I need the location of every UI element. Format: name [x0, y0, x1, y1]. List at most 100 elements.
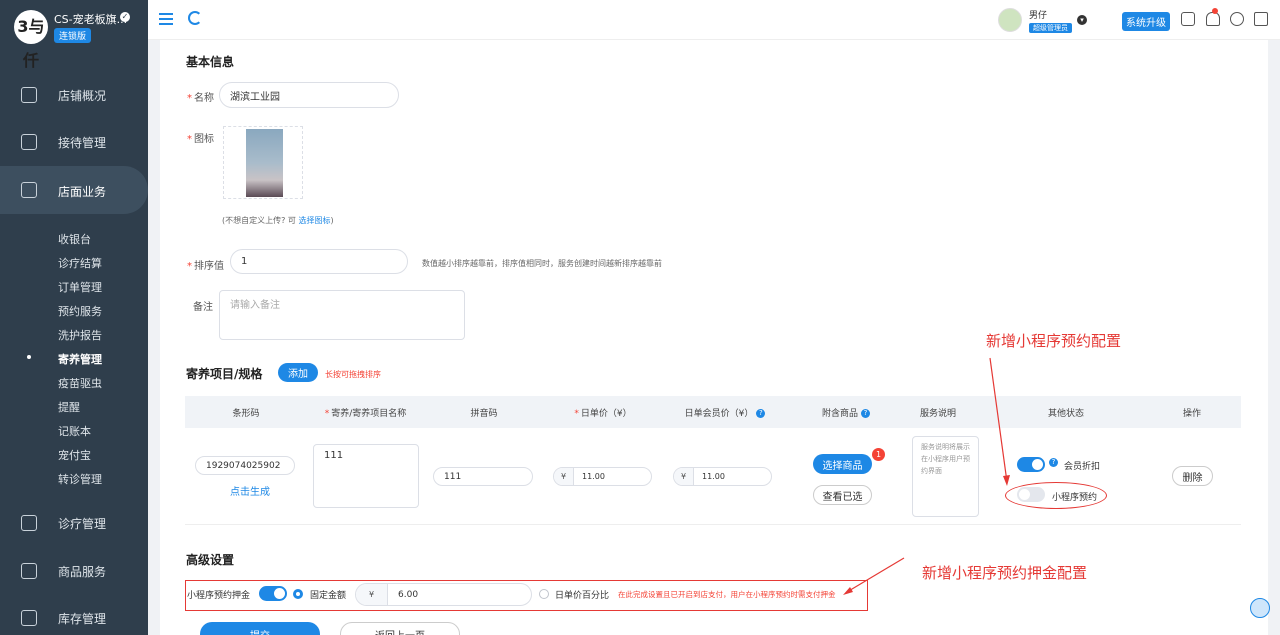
back-button[interactable]: 返回上一页	[340, 622, 460, 635]
row-divider	[185, 524, 1241, 525]
view-selected-button[interactable]: 查看已选	[813, 485, 872, 505]
nav-label: 商品服务	[58, 565, 107, 579]
nav-item-store-business[interactable]: 店面业务	[0, 166, 148, 214]
th-desc: 服务说明	[919, 409, 956, 419]
annotation-mini-booking: 新增小程序预约配置	[986, 332, 1122, 350]
sub-item-vaccine[interactable]: 疫苗驱虫	[58, 375, 102, 391]
fixed-amount-radio[interactable]	[293, 589, 303, 599]
medical-icon	[21, 515, 37, 531]
table-header: 条形码 * 寄养/寄养项目名称 拼音码 * 日单价（¥） 日单会员价（¥）? 附含商…	[185, 396, 1241, 428]
th-price: * 日单价（¥）	[574, 409, 632, 419]
generate-link[interactable]: 点击生成	[230, 483, 270, 498]
sub-item-cashier[interactable]: 收银台	[58, 231, 91, 247]
nav-label: 店铺概况	[58, 89, 107, 103]
sidebar: 3与仟 CS-宠老板旗... ✓ 连锁版 店铺概况 接待管理 店面业务 收银台 …	[0, 0, 148, 635]
delete-button[interactable]: 删除	[1172, 466, 1213, 486]
member-price-input[interactable]: ¥11.00	[673, 467, 772, 486]
icon-hint: (不想自定义上传? 可 选择图标)	[222, 216, 334, 225]
drag-hint: 长按可拖拽排序	[325, 370, 381, 379]
chat-icon[interactable]	[1250, 598, 1270, 618]
nav-item-inventory[interactable]: 库存管理	[0, 596, 148, 635]
sub-item-reminder[interactable]: 提醒	[58, 399, 80, 415]
choose-icon-link[interactable]: 选择图标	[298, 216, 330, 225]
upgrade-button[interactable]: 系统升级	[1122, 12, 1170, 31]
refresh-icon[interactable]	[188, 11, 202, 25]
sub-item-orders[interactable]: 订单管理	[58, 279, 102, 295]
th-barcode: 条形码	[232, 409, 260, 419]
notification-dot	[1212, 8, 1218, 14]
barcode-input[interactable]: 1929074025902	[195, 456, 295, 475]
item-name-textarea[interactable]: 111	[313, 444, 419, 508]
brand-logo: 3与仟	[14, 10, 48, 70]
percent-label: 日单价百分比	[555, 591, 610, 601]
fixed-amount-label: 固定金额	[310, 591, 347, 601]
sub-item-boarding[interactable]: 寄养管理	[58, 351, 102, 367]
sub-item-ledger[interactable]: 记账本	[58, 423, 91, 439]
name-input[interactable]: 湖滨工业园	[219, 82, 399, 108]
help-icon[interactable]: ?	[1049, 458, 1058, 467]
nav-label: 库存管理	[58, 612, 107, 626]
help-icon[interactable]: ?	[861, 409, 870, 418]
sub-item-grooming-report[interactable]: 洗护报告	[58, 327, 102, 343]
nav-label: 诊疗管理	[58, 517, 107, 531]
percent-radio[interactable]	[539, 589, 549, 599]
sub-item-referral[interactable]: 转诊管理	[58, 471, 102, 487]
reception-icon	[21, 134, 37, 150]
price-input[interactable]: ¥11.00	[553, 467, 652, 486]
sort-input[interactable]: 1	[230, 249, 408, 274]
nav-item-store-overview[interactable]: 店铺概况	[0, 73, 148, 117]
th-pinyin: 拼音码	[470, 409, 498, 419]
deposit-amount-input[interactable]: ¥6.00	[355, 583, 532, 606]
annotation-arrow	[989, 357, 1010, 486]
help-icon[interactable]: ?	[756, 409, 766, 418]
sort-hint: 数值越小排序越靠前，排序值相同时，服务创建时间越新排序越靠前	[422, 259, 662, 268]
deposit-toggle[interactable]	[259, 586, 287, 601]
goods-count-badge: 1	[872, 448, 885, 461]
remark-label: 备注	[193, 302, 213, 313]
member-discount-label: 会员折扣	[1064, 462, 1101, 472]
th-name: * 寄养/寄养项目名称	[324, 409, 407, 419]
basic-info-title: 基本信息	[186, 55, 235, 69]
icon-preview-image	[246, 129, 283, 197]
icon-upload[interactable]	[223, 126, 303, 199]
bell-icon[interactable]	[1206, 12, 1220, 26]
annotation-arrow	[843, 557, 905, 595]
nav-item-goods-services[interactable]: 商品服务	[0, 549, 148, 593]
th-goods: 附含商品?	[815, 406, 877, 419]
select-goods-button[interactable]: 选择商品	[813, 454, 872, 474]
sub-item-booking[interactable]: 预约服务	[58, 303, 102, 319]
member-discount-toggle[interactable]	[1017, 457, 1045, 472]
avatar[interactable]	[998, 8, 1022, 32]
advanced-title: 高级设置	[186, 553, 235, 567]
items-title: 寄养项目/规格	[186, 367, 263, 381]
th-action: 操作	[1182, 409, 1201, 419]
service-desc-textarea[interactable]: 服务说明将展示在小程序用户预约界面	[912, 436, 979, 517]
inventory-icon	[21, 610, 37, 626]
pinyin-input[interactable]: 111	[433, 467, 533, 486]
nav-label: 店面业务	[58, 185, 107, 199]
headset-icon[interactable]	[1230, 12, 1244, 26]
top-header: 男仔 超级管理员 ▾ 系统升级	[148, 0, 1280, 40]
calendar-icon[interactable]	[1181, 12, 1195, 26]
goods-icon	[21, 563, 37, 579]
annotation-deposit: 新增小程序预约押金配置	[922, 564, 1088, 582]
remark-textarea[interactable]: 请输入备注	[219, 290, 465, 340]
chevron-down-icon[interactable]: ▾	[1077, 15, 1087, 25]
menu-toggle-icon[interactable]	[159, 13, 173, 25]
store-icon	[21, 182, 37, 198]
add-button[interactable]: 添加	[278, 363, 318, 382]
nav-label: 接待管理	[58, 136, 107, 150]
dropdown-check-icon[interactable]: ✓	[120, 12, 130, 22]
sort-label: * 排序值	[187, 261, 224, 272]
submit-button[interactable]: 提交	[200, 622, 320, 635]
user-name: 男仔	[1029, 11, 1048, 21]
sub-item-treatment-settlement[interactable]: 诊疗结算	[58, 255, 102, 271]
store-name: CS-宠老板旗...	[54, 13, 128, 26]
deposit-label: 小程序预约押金	[187, 591, 251, 601]
fullscreen-icon[interactable]	[1254, 12, 1268, 26]
sub-item-petpay[interactable]: 宠付宝	[58, 447, 91, 463]
nav-item-reception[interactable]: 接待管理	[0, 120, 148, 164]
user-role-badge: 超级管理员	[1029, 23, 1072, 33]
brand[interactable]: 3与仟 CS-宠老板旗... ✓ 连锁版	[14, 10, 144, 70]
nav-item-treatment[interactable]: 诊疗管理	[0, 501, 148, 545]
